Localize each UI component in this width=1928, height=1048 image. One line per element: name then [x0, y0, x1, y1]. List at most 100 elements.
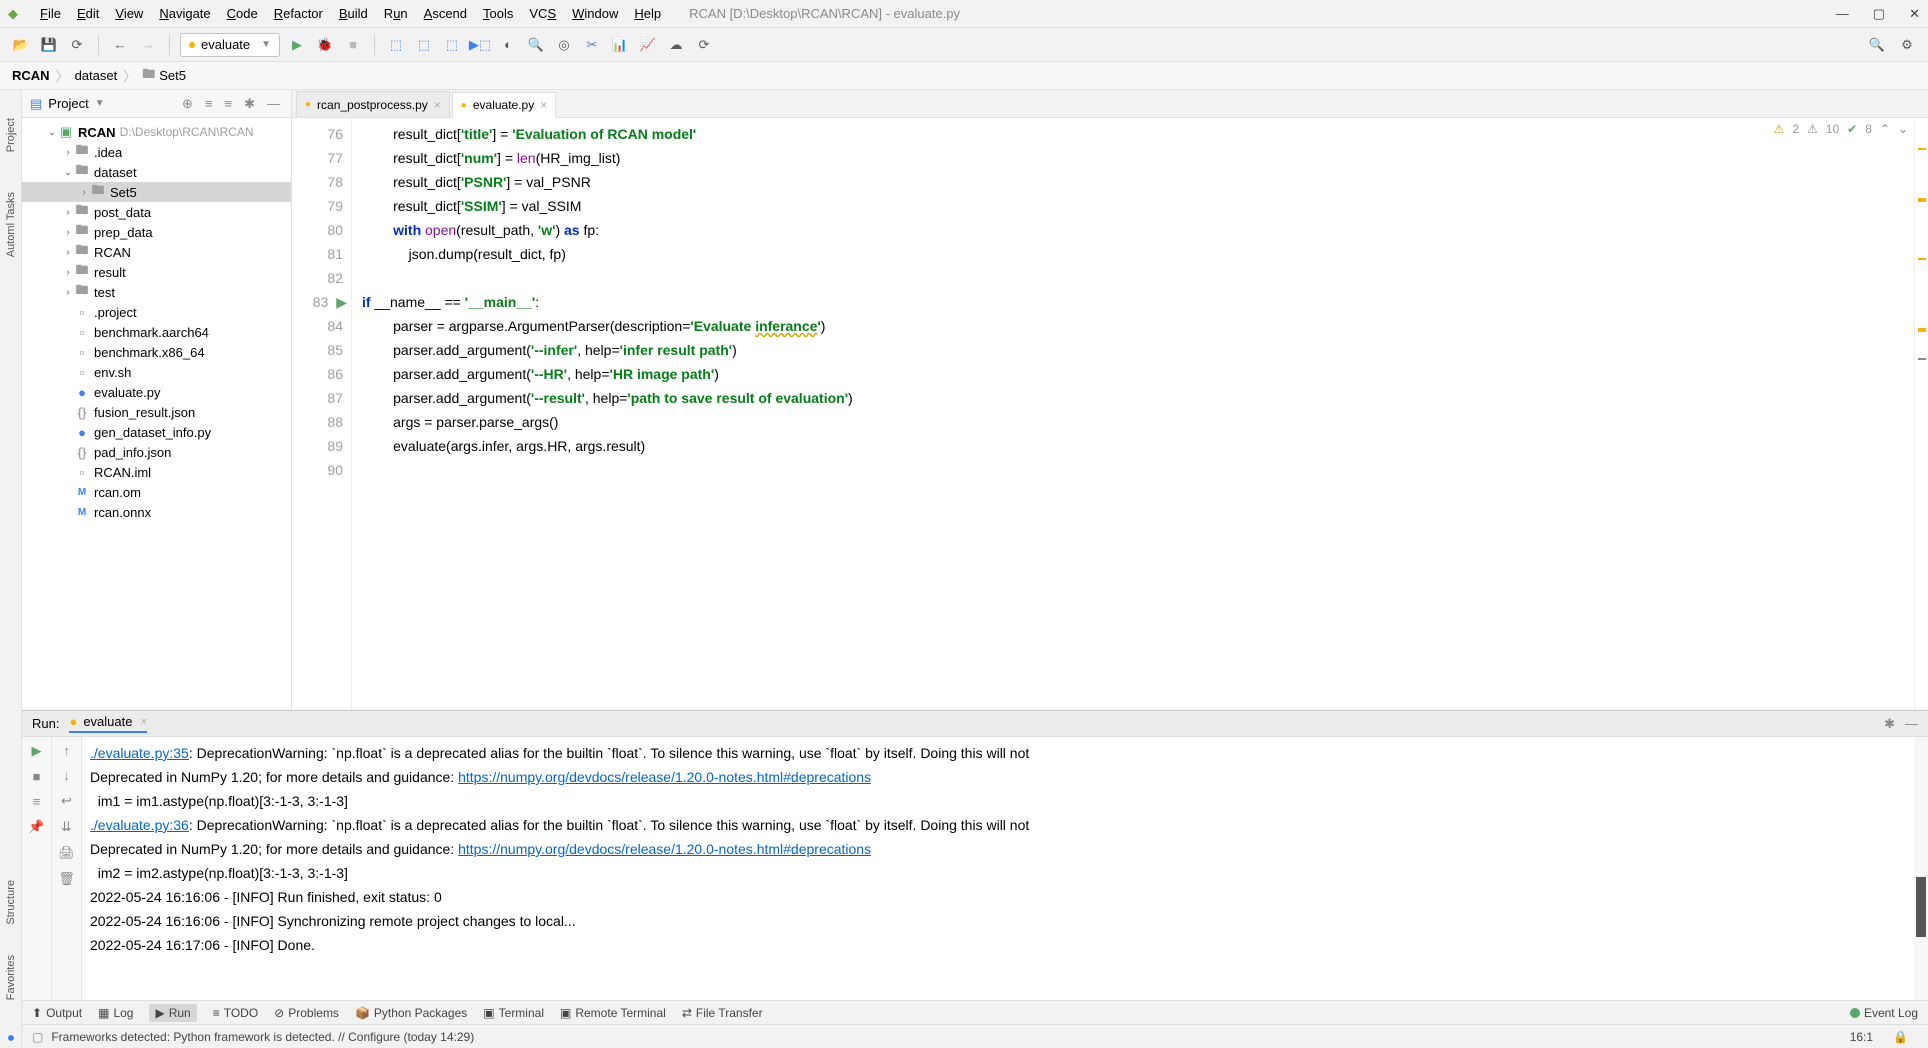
menu-help[interactable]: Help — [626, 6, 669, 21]
debug-button[interactable]: 🐞 — [314, 34, 336, 56]
menu-edit[interactable]: Edit — [69, 6, 107, 21]
tree-node-RCAN[interactable]: ›🖿RCAN — [22, 242, 291, 262]
tb-icon-9[interactable]: 📊 — [609, 34, 631, 56]
tool-output[interactable]: ⬆ Output — [32, 1006, 82, 1020]
tree-node-.idea[interactable]: ›🖿.idea — [22, 142, 291, 162]
tree-node-rcan.om[interactable]: Mrcan.om — [22, 482, 291, 502]
tool-file-transfer[interactable]: ⇄ File Transfer — [682, 1006, 763, 1020]
run-scrollbar[interactable] — [1914, 737, 1928, 1000]
collapse-icon[interactable]: ≡ — [222, 96, 236, 111]
project-tree[interactable]: ⌄▣RCAND:\Desktop\RCAN\RCAN›🖿.idea⌄🖿datas… — [22, 118, 291, 710]
code-editor[interactable]: 7677787980818283 ▶84858687888990 result_… — [292, 118, 1928, 710]
tb-icon-6[interactable]: 🔍 — [525, 34, 547, 56]
tab-evaluate.py[interactable]: ●evaluate.py× — [452, 92, 556, 118]
tool-event-log[interactable]: Event Log — [1850, 1006, 1918, 1020]
window-maximize-icon[interactable]: ▢ — [1873, 6, 1885, 22]
tb-icon-11[interactable]: ☁ — [665, 34, 687, 56]
tb-icon-5[interactable]: ◐ — [497, 34, 519, 56]
crumb-2[interactable]: 🖿 Set5 — [142, 65, 186, 87]
tree-node-result[interactable]: ›🖿result — [22, 262, 291, 282]
inspections-widget[interactable]: ⚠2 ⚠10 ✔8 ⌃ ⌄ — [1774, 122, 1908, 136]
tree-node-gen_dataset_info.py[interactable]: ●gen_dataset_info.py — [22, 422, 291, 442]
menu-build[interactable]: Build — [331, 6, 376, 21]
menu-refactor[interactable]: Refactor — [266, 6, 331, 21]
run-config-selector[interactable]: evaluate ▼ — [180, 33, 280, 57]
tb-icon-1[interactable]: ⬚ — [385, 34, 407, 56]
tb-icon-3[interactable]: ⬚ — [441, 34, 463, 56]
rail-favorites[interactable]: Favorites — [5, 955, 17, 1000]
tb-icon-2[interactable]: ⬚ — [413, 34, 435, 56]
stop-icon[interactable]: ■ — [33, 769, 41, 784]
panel-hide-icon[interactable]: — — [264, 96, 283, 111]
wrap-icon[interactable]: ↩ — [61, 793, 72, 809]
forward-icon[interactable]: → — [137, 34, 159, 56]
layout-icon[interactable]: ≡ — [33, 794, 41, 809]
down-icon[interactable]: ↓ — [63, 768, 70, 783]
rerun-icon[interactable]: ▶ — [32, 743, 42, 759]
status-lock-icon[interactable]: 🔒 — [1883, 1030, 1918, 1044]
run-tab[interactable]: ● evaluate × — [69, 714, 146, 733]
expand-icon[interactable]: ≡ — [202, 96, 216, 111]
panel-settings-icon[interactable]: ✱ — [241, 96, 258, 112]
pin-icon[interactable]: 📌 — [28, 819, 44, 835]
editor-gutter[interactable]: 7677787980818283 ▶84858687888990 — [292, 118, 352, 710]
menu-run[interactable]: Run — [376, 6, 416, 21]
rail-structure[interactable]: Structure — [5, 880, 17, 925]
tree-node-prep_data[interactable]: ›🖿prep_data — [22, 222, 291, 242]
tree-node-benchmark.aarch64[interactable]: ▫benchmark.aarch64 — [22, 322, 291, 342]
chevron-down-icon[interactable]: ▼ — [95, 98, 105, 109]
tool-run[interactable]: ▶ Run — [149, 1004, 196, 1022]
status-position[interactable]: 16:1 — [1840, 1030, 1883, 1044]
tree-node-RCAN[interactable]: ⌄▣RCAND:\Desktop\RCAN\RCAN — [22, 122, 291, 142]
menu-view[interactable]: View — [107, 6, 151, 21]
tool-todo[interactable]: ≡ TODO — [213, 1006, 258, 1020]
tool-terminal[interactable]: ▣ Terminal — [483, 1006, 544, 1020]
run-settings-icon[interactable]: ✱ — [1884, 716, 1895, 732]
save-icon[interactable]: 💾 — [38, 34, 60, 56]
rail-automl[interactable]: Automl Tasks — [5, 192, 17, 257]
tree-node-fusion_result.json[interactable]: {}fusion_result.json — [22, 402, 291, 422]
run-hide-icon[interactable]: — — [1905, 716, 1918, 731]
open-icon[interactable]: 📂 — [10, 34, 32, 56]
tree-node-env.sh[interactable]: ▫env.sh — [22, 362, 291, 382]
chevron-up-icon[interactable]: ⌃ — [1880, 122, 1890, 136]
crumb-root[interactable]: RCAN — [12, 68, 50, 83]
tree-node-pad_info.json[interactable]: {}pad_info.json — [22, 442, 291, 462]
search-everywhere-icon[interactable]: 🔍 — [1866, 34, 1888, 56]
editor-scrollbar[interactable] — [1914, 118, 1928, 710]
settings-icon[interactable]: ⚙ — [1896, 34, 1918, 56]
tree-node-post_data[interactable]: ›🖿post_data — [22, 202, 291, 222]
menu-file[interactable]: File — [32, 6, 69, 21]
tool-log[interactable]: ▦ Log — [98, 1006, 133, 1020]
close-icon[interactable]: × — [540, 98, 547, 112]
status-message[interactable]: Frameworks detected: Python framework is… — [51, 1030, 474, 1044]
up-icon[interactable]: ↑ — [63, 743, 70, 758]
menu-navigate[interactable]: Navigate — [151, 6, 218, 21]
tb-icon-10[interactable]: 📈 — [637, 34, 659, 56]
tree-node-rcan.onnx[interactable]: Mrcan.onnx — [22, 502, 291, 522]
tree-node-benchmark.x86_64[interactable]: ▫benchmark.x86_64 — [22, 342, 291, 362]
close-icon[interactable]: × — [140, 716, 146, 728]
tree-node-dataset[interactable]: ⌄🖿dataset — [22, 162, 291, 182]
window-minimize-icon[interactable]: — — [1836, 6, 1849, 22]
tree-node-.project[interactable]: ▫.project — [22, 302, 291, 322]
tb-icon-12[interactable]: ⟳ — [693, 34, 715, 56]
scroll-icon[interactable]: ⇊ — [61, 819, 72, 835]
print-icon[interactable]: 🖨 — [58, 845, 75, 861]
rail-project[interactable]: Project — [5, 118, 17, 152]
tb-icon-4[interactable]: ▶⬚ — [469, 34, 491, 56]
crumb-1[interactable]: dataset — [75, 68, 118, 83]
tool-problems[interactable]: ⊘ Problems — [274, 1006, 339, 1020]
menu-vcs[interactable]: VCS — [521, 6, 564, 21]
tab-rcan_postprocess.py[interactable]: ●rcan_postprocess.py× — [296, 91, 450, 117]
locate-icon[interactable]: ⊕ — [179, 96, 196, 112]
back-icon[interactable]: ← — [109, 34, 131, 56]
tool-remote-terminal[interactable]: ▣ Remote Terminal — [560, 1006, 666, 1020]
editor-code[interactable]: result_dict['title'] = 'Evaluation of RC… — [352, 118, 1914, 710]
menu-code[interactable]: Code — [219, 6, 266, 21]
tree-node-evaluate.py[interactable]: ●evaluate.py — [22, 382, 291, 402]
menu-window[interactable]: Window — [564, 6, 626, 21]
menu-ascend[interactable]: Ascend — [416, 6, 475, 21]
stop-button[interactable]: ■ — [342, 34, 364, 56]
tree-node-Set5[interactable]: ›🖿Set5 — [22, 182, 291, 202]
